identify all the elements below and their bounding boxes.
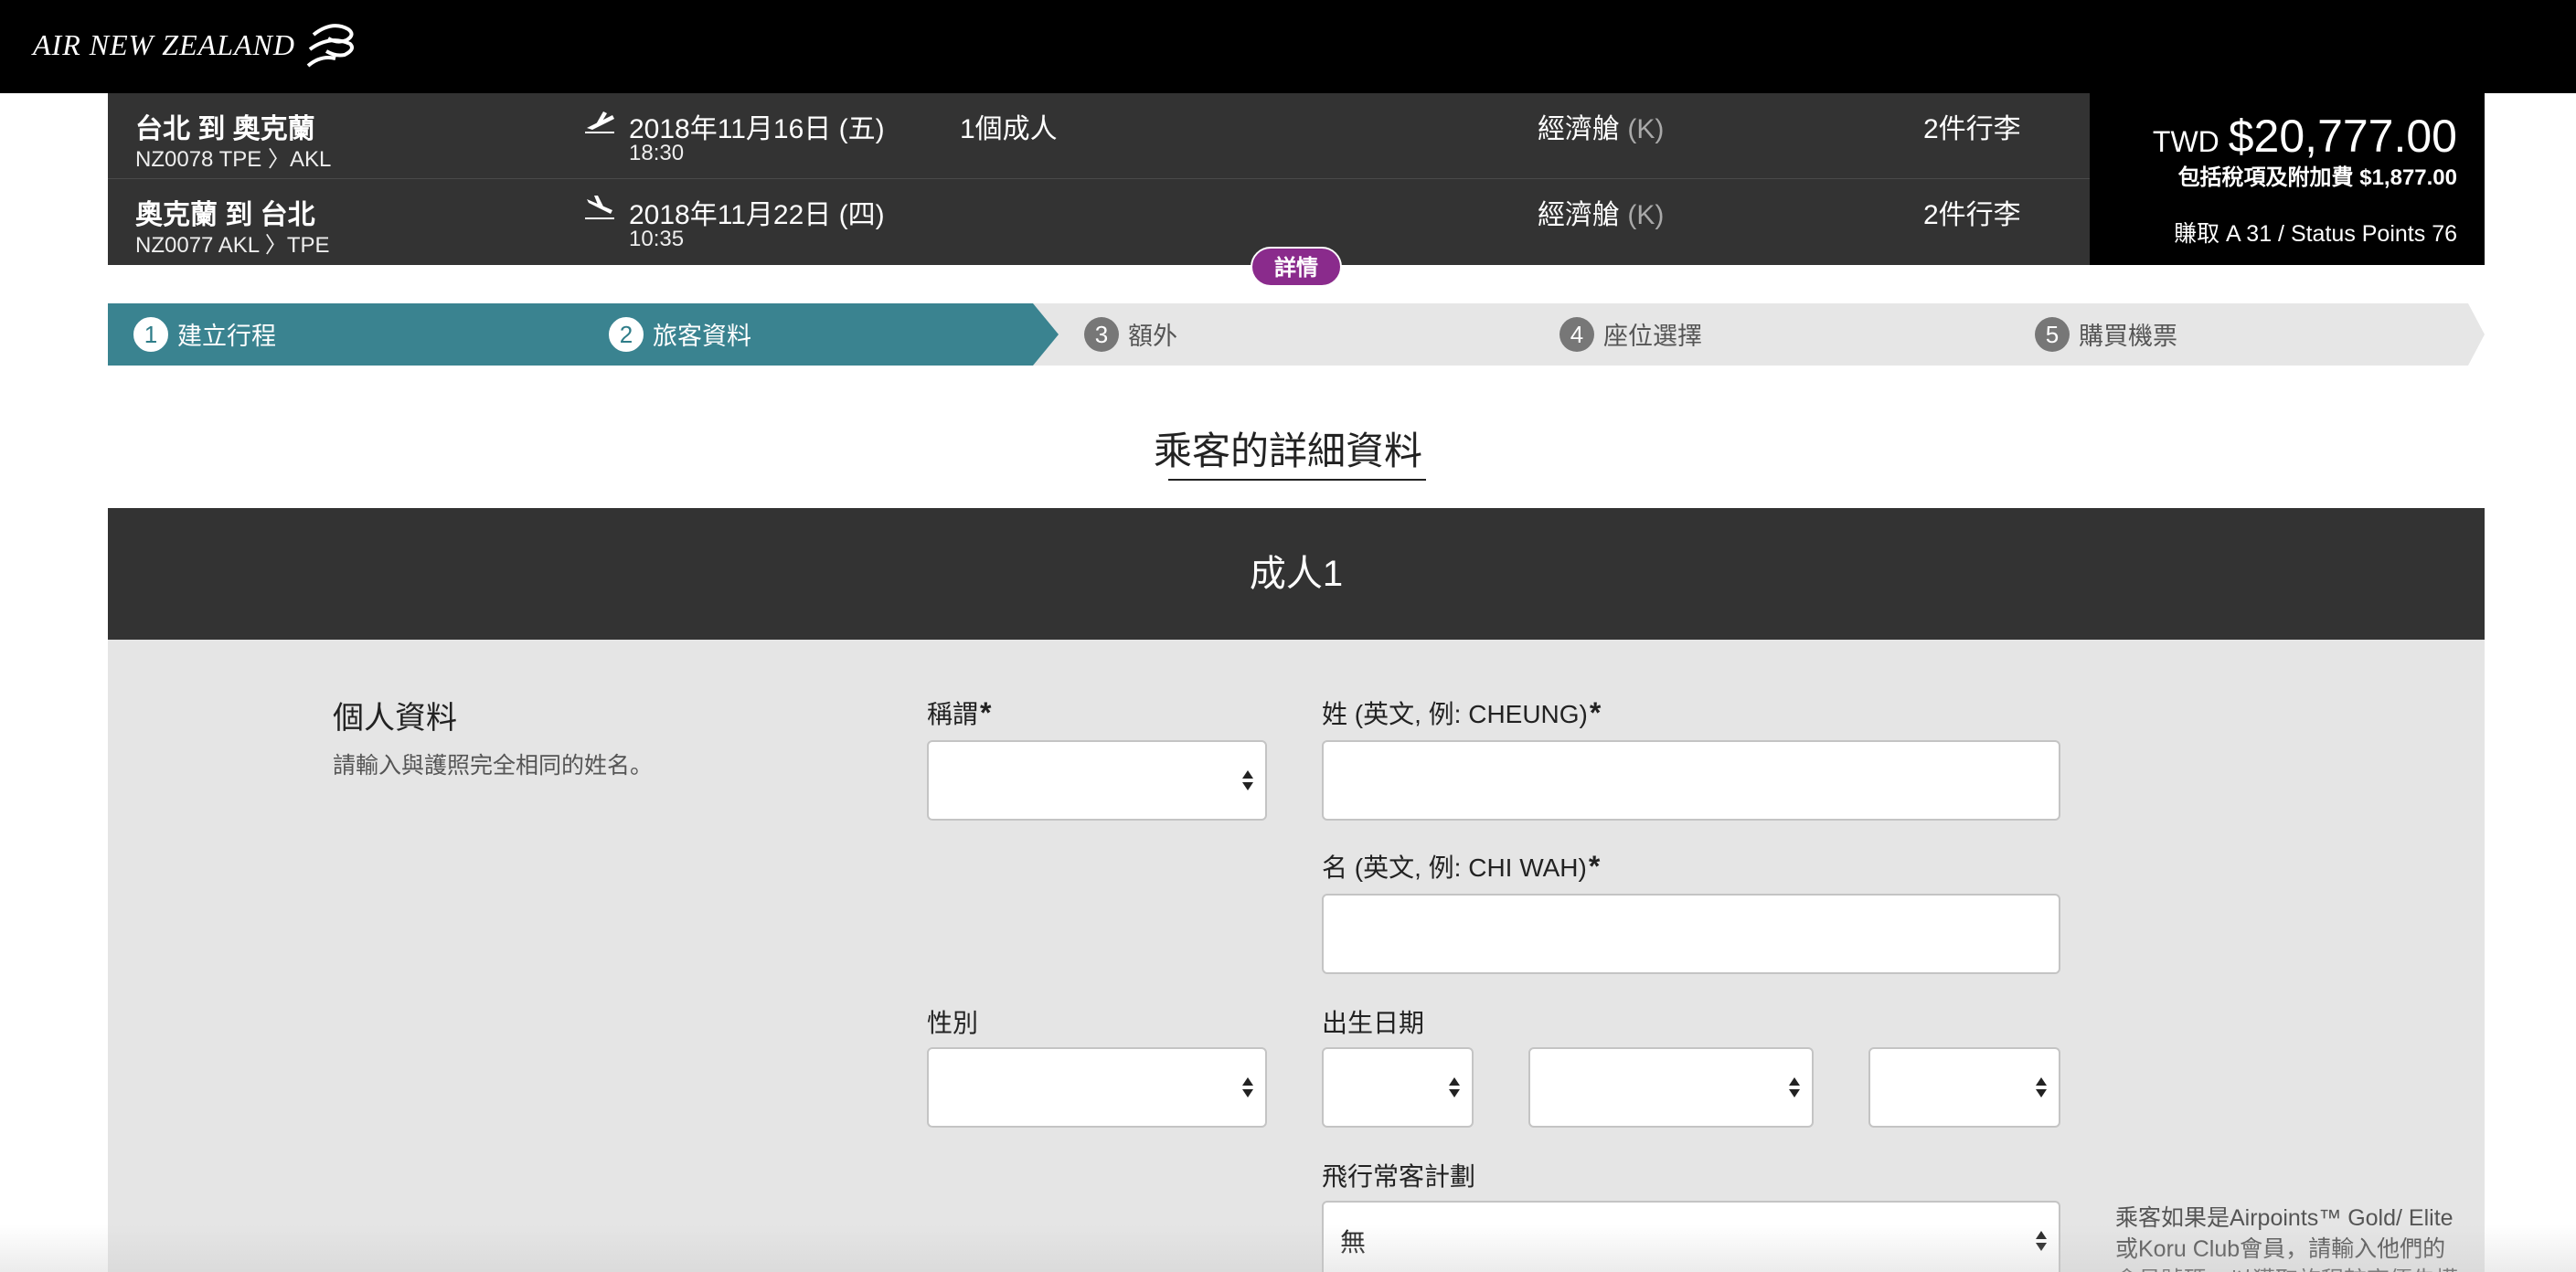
dob-month-select[interactable]: [1528, 1047, 1814, 1128]
dob-day-select[interactable]: [1322, 1047, 1474, 1128]
step-build-itinerary[interactable]: 1 建立行程: [133, 316, 276, 352]
booking-progress-steps: 1 建立行程 2 旅客資料 3 額外 4 座位選擇 5 購買機票: [108, 303, 2485, 366]
step-number: 3: [1084, 316, 1119, 352]
airpoints-earn: 賺取 A 31 / Status Points 76: [2174, 221, 2457, 247]
given-name-label: 名 (英文, 例: CHI WAH)*: [1322, 848, 1600, 885]
step-extras: 3 額外: [1084, 316, 1177, 352]
price-summary: TWD $20,777.00 包括稅項及附加費 $1,877.00 賺取 A 3…: [2090, 93, 2485, 265]
page-title: 乘客的詳細資料: [1153, 429, 1422, 472]
ffp-select[interactable]: 無: [1322, 1201, 2060, 1272]
fare-code: (K): [1627, 200, 1665, 230]
ffp-label: 飛行常客計劃: [1322, 1162, 1476, 1191]
cabin-class: 經濟艙: [1538, 114, 1620, 144]
koru-logo-icon: [306, 24, 354, 68]
plane-landing-icon: [585, 196, 614, 219]
step-label: 額外: [1128, 323, 1177, 350]
plane-takeoff-icon: [585, 111, 614, 133]
personal-info-subtitle: 請輸入與護照完全相同的姓名。: [333, 753, 654, 779]
step-number: 4: [1559, 316, 1594, 352]
leg-flight-number: NZ0078 TPE 〉AKL: [135, 147, 332, 172]
details-button[interactable]: 詳情: [1251, 247, 1342, 287]
step-label: 建立行程: [177, 323, 276, 350]
passenger-form-panel: [108, 640, 2485, 1272]
step-label: 旅客資料: [653, 323, 751, 350]
top-header: AIR NEW ZEALAND: [0, 0, 2576, 93]
surname-input[interactable]: [1322, 740, 2060, 821]
select-arrows-icon: [1449, 1077, 1460, 1097]
leg-cabin: 經濟艙 (K): [1538, 192, 1664, 232]
price-taxes: 包括稅項及附加費 $1,877.00: [2177, 165, 2457, 190]
select-arrows-icon: [1242, 770, 1253, 790]
step-number: 2: [609, 316, 644, 352]
price-currency: TWD: [2152, 125, 2219, 158]
step-label: 座位選擇: [1603, 323, 1702, 350]
ffp-selected-value: 無: [1340, 1228, 1367, 1256]
itinerary-leg-return: 奧克蘭 到 台北 NZ0077 AKL 〉TPE 2018年11月22日 (四)…: [108, 179, 2090, 265]
required-mark: *: [1588, 850, 1601, 883]
brand-name: AIR NEW ZEALAND: [33, 27, 295, 61]
ffp-help-note: 乘客如果是Airpoints™ Gold/ Elite或Koru Club會員，…: [2115, 1205, 2458, 1272]
dob-label: 出生日期: [1322, 1009, 1425, 1037]
surname-label-text: 姓 (英文, 例: CHEUNG): [1322, 700, 1588, 728]
itinerary-summary: 台北 到 奧克蘭 NZ0078 TPE 〉AKL 2018年11月16日 (五)…: [108, 93, 2090, 265]
air-new-zealand-logo[interactable]: AIR NEW ZEALAND: [33, 18, 357, 71]
required-mark: *: [1589, 696, 1602, 729]
price-amount: $20,777.00: [2228, 111, 2457, 162]
select-arrows-icon: [1242, 1077, 1253, 1097]
surname-label: 姓 (英文, 例: CHEUNG)*: [1322, 694, 1601, 731]
leg-baggage: 2件行李: [1923, 114, 2021, 144]
select-arrows-icon: [2036, 1077, 2047, 1097]
title-label: 稱謂*: [927, 694, 991, 731]
required-mark: *: [980, 696, 992, 729]
leg-baggage: 2件行李: [1923, 200, 2021, 230]
step-seat-selection: 4 座位選擇: [1559, 316, 1702, 352]
given-name-input[interactable]: [1322, 894, 2060, 974]
cabin-class: 經濟艙: [1538, 200, 1620, 230]
total-price: TWD $20,777.00: [2153, 110, 2457, 163]
leg-cabin: 經濟艙 (K): [1538, 106, 1664, 146]
gender-select[interactable]: [927, 1047, 1267, 1128]
step-label: 購買機票: [2079, 323, 2177, 350]
step-purchase: 5 購買機票: [2035, 316, 2177, 352]
title-select[interactable]: [927, 740, 1267, 821]
fare-code: (K): [1627, 114, 1665, 144]
personal-info-title: 個人資料: [333, 701, 457, 736]
step-number: 5: [2035, 316, 2070, 352]
gender-label: 性別: [927, 1009, 979, 1037]
title-underline: [1168, 479, 1426, 481]
step-number: 1: [133, 316, 168, 352]
leg-time: 10:35: [629, 227, 685, 251]
passenger-header: 成人1: [108, 508, 2485, 640]
passenger-count: 1個成人: [960, 114, 1058, 144]
leg-time: 18:30: [629, 141, 685, 165]
step-passenger-details[interactable]: 2 旅客資料: [609, 316, 751, 352]
given-name-label-text: 名 (英文, 例: CHI WAH): [1322, 853, 1587, 882]
leg-flight-number: NZ0077 AKL 〉TPE: [135, 233, 330, 258]
dob-year-select[interactable]: [1868, 1047, 2060, 1128]
select-arrows-icon: [1789, 1077, 1800, 1097]
itinerary-leg-outbound: 台北 到 奧克蘭 NZ0078 TPE 〉AKL 2018年11月16日 (五)…: [108, 93, 2090, 179]
select-arrows-icon: [2036, 1231, 2047, 1251]
title-label-text: 稱謂: [927, 700, 979, 728]
